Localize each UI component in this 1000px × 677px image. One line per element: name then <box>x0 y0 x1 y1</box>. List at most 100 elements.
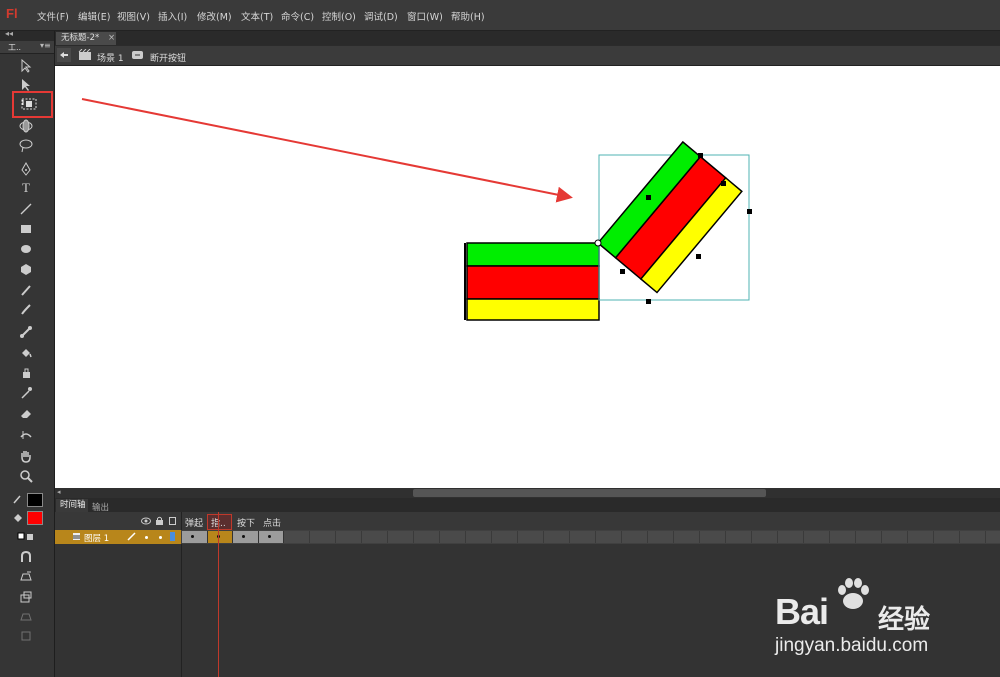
scrollbar-thumb[interactable] <box>413 489 766 497</box>
zoom-tool-icon[interactable] <box>14 467 38 485</box>
watermark-brand-cn: 经验 <box>878 605 931 635</box>
frame-label-up: 弹起 <box>185 519 204 529</box>
transform-pivot <box>594 239 602 247</box>
button-symbol-icon <box>131 49 144 61</box>
lock-icon[interactable] <box>155 516 164 526</box>
line-tool-icon[interactable] <box>14 200 38 218</box>
eye-icon[interactable] <box>141 516 151 526</box>
symbol-label[interactable]: 断开按钮 <box>150 51 186 64</box>
transform-handle <box>620 269 625 274</box>
polystar-tool-icon[interactable] <box>14 260 38 278</box>
frame-label-hit: 点击 <box>263 519 282 529</box>
lock-dot[interactable] <box>159 536 162 539</box>
outline-icon[interactable] <box>169 517 176 525</box>
scene-icon <box>78 48 92 61</box>
swap-colors-icon[interactable] <box>14 528 38 546</box>
pencil-tool-icon[interactable] <box>14 281 38 299</box>
transform-handle <box>696 254 701 259</box>
timeline-divider-lower <box>181 544 182 677</box>
tools-panel-header: 工.. ▾≡ <box>0 41 54 54</box>
snap-to-objects-icon[interactable] <box>14 548 38 566</box>
frame-label-down: 按下 <box>237 519 256 529</box>
menu-view[interactable]: 视图(V) <box>117 9 150 23</box>
panel-menu-icon[interactable]: ▾≡ <box>40 41 51 50</box>
scene-label[interactable]: 场景 1 <box>97 51 124 64</box>
tools-panel-grip[interactable]: ◂◂ <box>0 29 54 41</box>
menu-commands[interactable]: 命令(C) <box>281 9 314 23</box>
menu-debug[interactable]: 调试(D) <box>364 9 398 23</box>
playhead-line[interactable] <box>218 512 219 677</box>
baidu-watermark: Bai 经验 jingyan.baidu.com <box>775 577 995 672</box>
selection-tool-icon[interactable] <box>14 57 38 75</box>
back-arrow-icon[interactable] <box>57 48 71 62</box>
bone-tool-icon[interactable] <box>14 323 38 341</box>
tools-panel-title: 工.. <box>8 43 22 52</box>
pen-tool-icon[interactable] <box>14 160 38 178</box>
menu-help[interactable]: 帮助(H) <box>451 9 485 23</box>
menu-control[interactable]: 控制(O) <box>322 9 356 23</box>
original-stripes <box>464 242 600 321</box>
annotation-arrow <box>81 98 573 203</box>
keyframe-hit[interactable] <box>259 531 284 543</box>
stripe-red <box>466 265 600 300</box>
rectangle-tool-icon[interactable] <box>14 220 38 238</box>
empty-frames[interactable] <box>284 531 1000 543</box>
scale-disabled-icon <box>14 627 38 645</box>
stripe-yellow <box>466 298 600 321</box>
menu-file[interactable]: 文件(F) <box>37 9 69 23</box>
stage-artwork <box>81 98 752 321</box>
transform-handle <box>646 195 651 200</box>
eyedropper-tool-icon[interactable] <box>14 384 38 402</box>
scroll-left-icon[interactable]: ◂ <box>57 488 61 496</box>
transform-handle <box>747 209 752 214</box>
layer-icon <box>72 532 81 541</box>
straighten-icon[interactable] <box>14 588 38 606</box>
watermark-url: jingyan.baidu.com <box>775 635 929 656</box>
tab-timeline[interactable]: 时间轴 <box>56 499 88 512</box>
document-tab-title: 无标题-2* <box>61 33 100 43</box>
free-transform-tool-icon[interactable] <box>17 95 41 113</box>
text-tool-icon[interactable]: T <box>14 179 38 197</box>
visibility-dot[interactable] <box>145 536 148 539</box>
eraser-tool-icon[interactable] <box>14 404 38 422</box>
app-logo: Fl <box>6 6 18 21</box>
menu-insert[interactable]: 插入(I) <box>158 9 187 23</box>
layer-row[interactable]: 图层 1 <box>55 530 181 544</box>
fill-color-icon <box>12 512 23 523</box>
keyframe-up[interactable] <box>182 531 208 543</box>
3d-rotation-tool-icon[interactable] <box>14 117 38 135</box>
keyframe-down[interactable] <box>233 531 259 543</box>
stripe-green <box>466 242 600 267</box>
menu-edit[interactable]: 编辑(E) <box>78 9 110 23</box>
pencil-icon <box>127 531 137 541</box>
transform-handle <box>646 299 651 304</box>
outline-color-swatch[interactable] <box>170 532 175 541</box>
layer-name: 图层 1 <box>84 534 110 544</box>
smooth-icon[interactable] <box>14 568 38 586</box>
menu-text[interactable]: 文本(T) <box>241 9 273 23</box>
document-tab-bar <box>55 31 1000 45</box>
stroke-color-icon <box>12 493 23 504</box>
lasso-tool-icon[interactable] <box>14 137 38 155</box>
edit-bar <box>55 46 1000 66</box>
timeline-tab-bar <box>55 498 1000 512</box>
menu-window[interactable]: 窗口(W) <box>407 9 443 23</box>
close-icon[interactable]: × <box>108 33 115 43</box>
paw-icon <box>838 578 869 609</box>
document-tab[interactable]: 无标题-2* × <box>56 32 116 45</box>
collapse-icon[interactable]: ◂◂ <box>5 29 13 38</box>
hand-tool-icon[interactable] <box>14 447 38 465</box>
menu-bar <box>0 0 1000 31</box>
paint-bucket-tool-icon[interactable] <box>14 344 38 362</box>
menu-modify[interactable]: 修改(M) <box>197 9 232 23</box>
rotate-disabled-icon <box>14 608 38 626</box>
stroke-color-swatch[interactable] <box>27 493 43 507</box>
fill-color-swatch[interactable] <box>27 511 43 525</box>
transform-handle <box>698 153 703 158</box>
brush-tool-icon[interactable] <box>14 300 38 318</box>
width-tool-icon[interactable] <box>14 425 38 443</box>
oval-tool-icon[interactable] <box>14 240 38 258</box>
keyframe-over[interactable] <box>208 531 233 543</box>
rotated-stripes <box>596 140 743 294</box>
ink-bottle-tool-icon[interactable] <box>14 364 38 382</box>
